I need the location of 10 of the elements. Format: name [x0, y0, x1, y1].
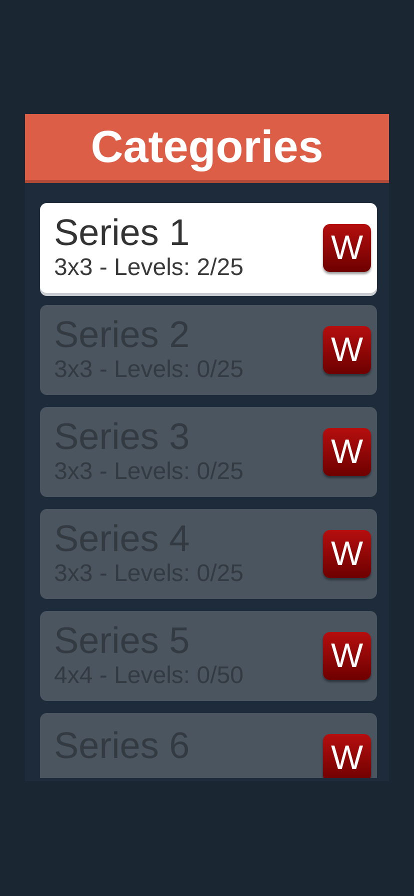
- header-title: Categories: [90, 121, 324, 173]
- badge: W: [323, 224, 371, 272]
- badge: W: [323, 530, 371, 578]
- series-card[interactable]: Series 1 3x3 - Levels: 2/25 W: [40, 203, 377, 293]
- series-details: 3x3 - Levels: 2/25: [54, 253, 244, 283]
- badge: W: [323, 632, 371, 680]
- badge: W: [323, 428, 371, 476]
- series-name: Series 1: [54, 213, 191, 253]
- badge: W: [323, 734, 371, 778]
- badge: W: [323, 326, 371, 374]
